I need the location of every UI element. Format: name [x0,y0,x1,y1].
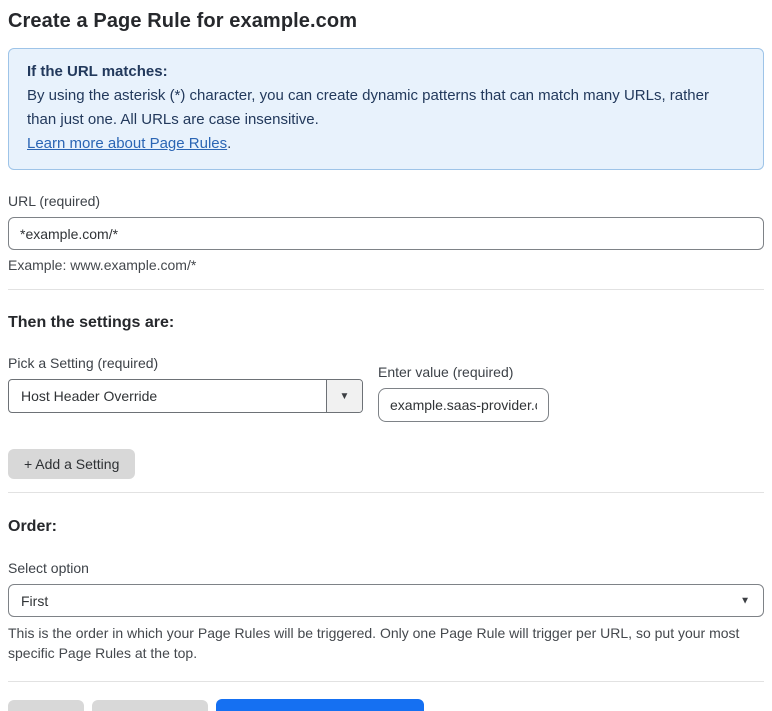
settings-section-heading: Then the settings are: [8,314,175,331]
url-match-info-callout: If the URL matches: By using the asteris… [8,48,764,170]
info-callout-body: By using the asterisk (*) character, you… [27,87,709,128]
order-select[interactable]: First ▼ [8,584,764,617]
pick-setting-select[interactable]: Host Header Override ▼ [8,379,363,413]
order-section-heading: Order: [8,518,57,535]
pick-setting-label: Pick a Setting (required) [8,355,159,371]
save-as-draft-button[interactable]: Save as Draft [91,700,209,711]
order-select-label: Select option [8,560,89,576]
enter-value-column: Enter value (required) [378,364,549,422]
setting-value-input[interactable] [378,388,549,422]
info-callout-link-line: Learn more about Page Rules. [27,132,745,156]
cancel-button[interactable]: Cancel [8,700,84,711]
learn-more-page-rules-link[interactable]: Learn more about Page Rules [27,135,227,152]
url-example-helper-text: Example: www.example.com/* [8,257,197,273]
chevron-down-icon: ▼ [740,595,750,606]
url-field-label: URL (required) [8,193,101,209]
save-and-deploy-button[interactable]: Save and Deploy Page Rule [216,699,425,711]
enter-value-label: Enter value (required) [378,364,514,380]
info-callout-heading: If the URL matches: [27,63,168,80]
chevron-down-icon: ▼ [326,380,362,412]
order-description-text: This is the order in which your Page Rul… [8,625,740,661]
pick-setting-column: Pick a Setting (required) Host Header Ov… [8,355,363,413]
order-selected-value: First [21,592,49,609]
divider [8,492,764,493]
divider [8,681,764,682]
link-suffix-period: . [227,135,232,152]
footer-actions: Cancel Save as Draft Save and Deploy Pag… [8,699,764,711]
url-input[interactable] [8,217,764,250]
add-setting-button[interactable]: + Add a Setting [8,449,136,479]
divider [8,289,764,290]
pick-setting-selected-value: Host Header Override [21,388,158,404]
page-title: Create a Page Rule for example.com [8,10,358,32]
settings-row: Pick a Setting (required) Host Header Ov… [8,355,764,422]
create-page-rule-form: Create a Page Rule for example.com If th… [0,0,772,711]
url-section: URL (required) Example: www.example.com/… [8,193,764,273]
